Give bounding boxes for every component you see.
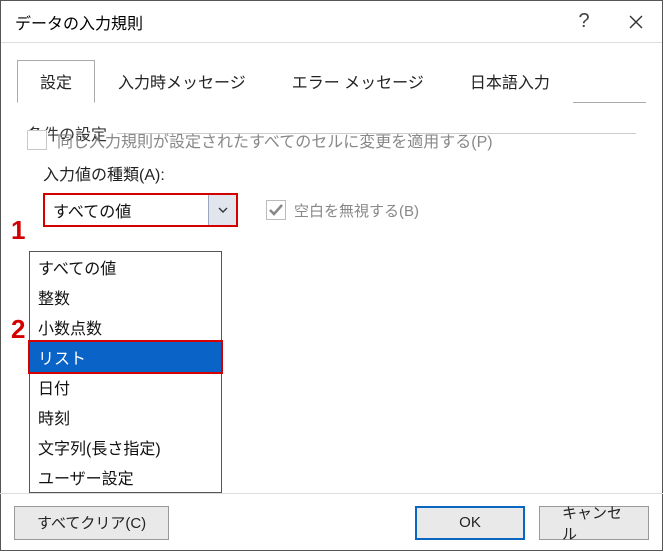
chevron-down-icon — [218, 207, 228, 213]
allow-combobox[interactable]: すべての値 — [43, 193, 238, 227]
button-label: キャンセル — [562, 502, 626, 544]
question-icon: ? — [578, 10, 589, 33]
allow-option[interactable]: 日付 — [30, 372, 221, 402]
apply-changes-label: 同じ入力規則が設定されたすべてのセルに変更を適用する(P) — [57, 128, 493, 152]
allow-option[interactable]: 時刻 — [30, 402, 221, 432]
cancel-button[interactable]: キャンセル — [539, 506, 649, 540]
tab-strip: 設定 入力時メッセージ エラー メッセージ 日本語入力 — [17, 59, 646, 103]
allow-option[interactable]: 整数 — [30, 282, 221, 312]
tab-label: 設定 — [40, 75, 72, 92]
button-label: OK — [459, 514, 481, 531]
button-label: すべてクリア(C) — [37, 512, 146, 533]
ignore-blank-row: 空白を無視する(B) — [266, 200, 419, 221]
allow-option[interactable]: 文字列(長さ指定) — [30, 432, 221, 462]
dialog-title: データの入力規則 — [15, 10, 558, 34]
close-button[interactable] — [610, 1, 662, 43]
tab-label: 入力時メッセージ — [118, 75, 246, 92]
allow-dropdown-list[interactable]: すべての値整数小数点数リスト日付時刻文字列(長さ指定)ユーザー設定 — [29, 251, 222, 493]
allow-option[interactable]: すべての値 — [30, 252, 221, 282]
ignore-blank-label: 空白を無視する(B) — [294, 200, 419, 221]
content-area: 設定 入力時メッセージ エラー メッセージ 日本語入力 条件の設定 入力値の種類… — [1, 43, 662, 227]
tab-error-alert[interactable]: エラー メッセージ — [269, 60, 447, 103]
allow-value: すべての値 — [45, 198, 208, 222]
close-icon — [629, 15, 643, 29]
title-bar: データの入力規則 ? — [1, 1, 662, 43]
tab-input-message[interactable]: 入力時メッセージ — [95, 60, 269, 103]
dialog-footer: すべてクリア(C) OK キャンセル — [0, 493, 663, 551]
allow-row: 入力値の種類(A): すべての値 空白を無視する(B) — [43, 161, 636, 227]
apply-changes-checkbox[interactable] — [27, 130, 47, 150]
tab-label: エラー メッセージ — [292, 75, 424, 92]
allow-option[interactable]: リスト — [28, 340, 223, 374]
apply-changes-row: 同じ入力規則が設定されたすべてのセルに変更を適用する(P) — [27, 128, 493, 152]
tab-ime-mode[interactable]: 日本語入力 — [447, 60, 573, 103]
check-icon — [269, 204, 283, 216]
ok-button[interactable]: OK — [415, 506, 525, 540]
criteria-section: 条件の設定 入力値の種類(A): すべての値 空白を無視する(B) — [17, 103, 646, 227]
allow-option[interactable]: 小数点数 — [30, 312, 221, 342]
allow-dropdown-button[interactable] — [208, 195, 236, 225]
help-button[interactable]: ? — [558, 1, 610, 43]
allow-option[interactable]: ユーザー設定 — [30, 462, 221, 492]
tab-settings[interactable]: 設定 — [17, 60, 95, 103]
ignore-blank-checkbox[interactable] — [266, 200, 286, 220]
callout-1: 1 — [11, 215, 25, 246]
callout-2: 2 — [11, 314, 25, 345]
tab-label: 日本語入力 — [470, 75, 550, 92]
allow-label: 入力値の種類(A): — [43, 161, 636, 185]
clear-all-button[interactable]: すべてクリア(C) — [14, 506, 169, 540]
